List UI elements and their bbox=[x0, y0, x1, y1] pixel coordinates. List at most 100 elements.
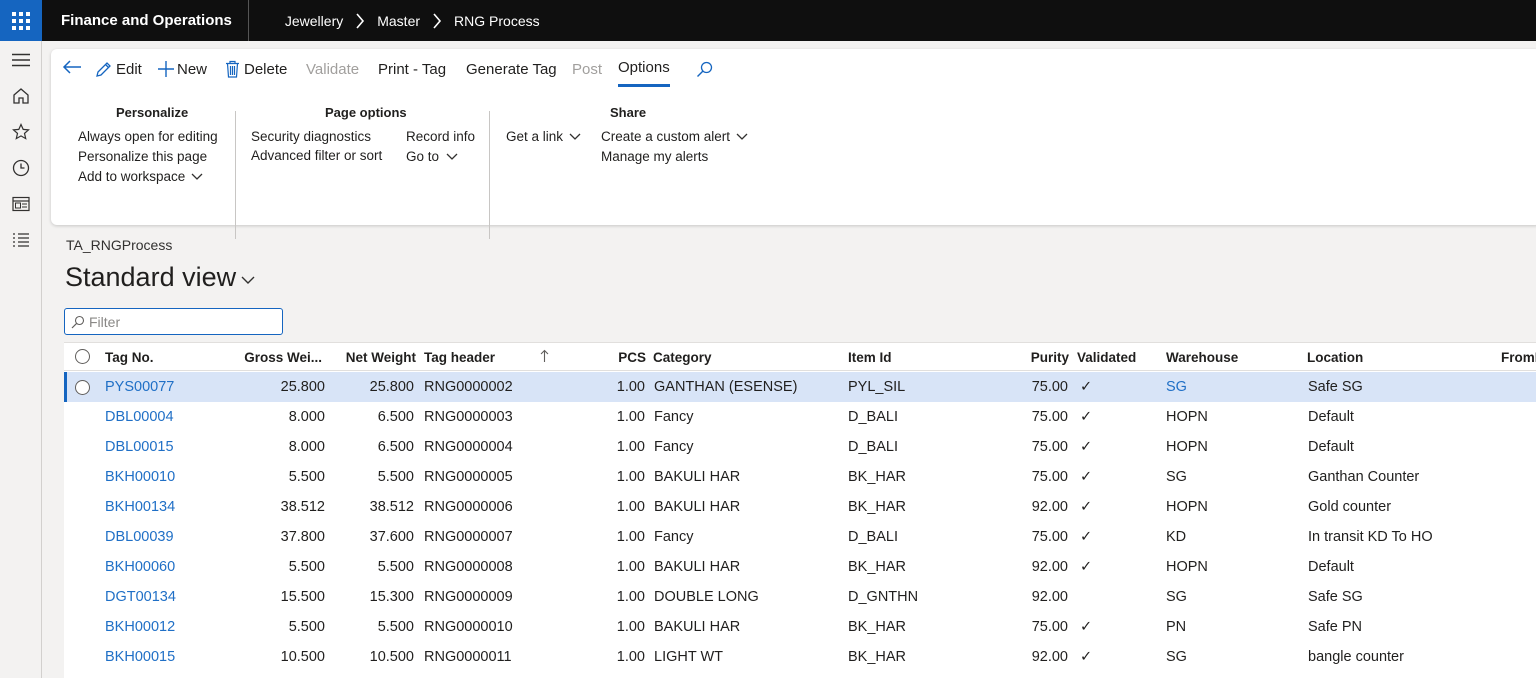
column-item-id[interactable]: Item Id bbox=[848, 350, 892, 365]
search-button[interactable] bbox=[696, 49, 713, 89]
cell-gross-weight: 25.800 bbox=[280, 379, 325, 395]
filter-box[interactable] bbox=[64, 308, 283, 335]
home-icon[interactable] bbox=[0, 78, 42, 114]
cell-purity: 75.00 bbox=[1031, 529, 1068, 545]
cell-warehouse: PN bbox=[1166, 619, 1187, 635]
plus-icon bbox=[157, 60, 175, 78]
column-tag-no[interactable]: Tag No. bbox=[105, 350, 154, 365]
filter-input[interactable] bbox=[89, 313, 269, 330]
cell-item-id: D_BALI bbox=[848, 529, 898, 545]
column-from[interactable]: FromI bbox=[1501, 350, 1536, 365]
go-to-label: Go to bbox=[406, 149, 440, 164]
breadcrumb-rng-process[interactable]: RNG Process bbox=[454, 13, 540, 29]
go-to[interactable]: Go to bbox=[406, 149, 458, 164]
checkmark-icon: ✓ bbox=[1080, 469, 1093, 485]
cell-category: Fancy bbox=[654, 439, 694, 455]
delete-button[interactable]: Delete bbox=[225, 49, 287, 89]
get-a-link[interactable]: Get a link bbox=[506, 129, 581, 144]
personalize-this-page[interactable]: Personalize this page bbox=[78, 149, 207, 164]
advanced-filter-or-sort[interactable]: Advanced filter or sort bbox=[251, 148, 382, 163]
table-row[interactable]: BKH00015 10.500 10.500 RNG0000011 1.00 LIGHT … bbox=[64, 642, 1536, 672]
action-pane: Edit New Delete Validate Print - Tag Gen… bbox=[51, 49, 1536, 239]
cell-warehouse: HOPN bbox=[1166, 559, 1208, 575]
app-title[interactable]: Finance and Operations bbox=[42, 0, 249, 41]
new-button[interactable]: New bbox=[157, 49, 207, 89]
edit-button[interactable]: Edit bbox=[95, 49, 142, 89]
chevron-right-icon bbox=[432, 12, 442, 29]
table-row[interactable]: PYS00077 25.800 25.800 RNG0000002 1.00 GANTHA… bbox=[64, 372, 1536, 402]
cell-net-weight: 5.500 bbox=[377, 469, 414, 485]
table-row[interactable]: BKH00060 5.500 5.500 RNG0000008 1.00 BAKULI H… bbox=[64, 552, 1536, 582]
column-net-weight[interactable]: Net Weight bbox=[326, 350, 416, 365]
tab-options[interactable]: Options bbox=[618, 51, 670, 87]
add-to-workspace[interactable]: Add to workspace bbox=[78, 169, 203, 184]
table-row[interactable]: BKH00012 5.500 5.500 RNG0000010 1.00 BAKULI H… bbox=[64, 612, 1536, 642]
breadcrumb-master[interactable]: Master bbox=[377, 13, 420, 29]
search-icon bbox=[696, 61, 713, 78]
generate-tag-button[interactable]: Generate Tag bbox=[466, 49, 557, 89]
cell-purity: 75.00 bbox=[1031, 379, 1068, 395]
print-tag-button[interactable]: Print - Tag bbox=[378, 49, 446, 89]
cell-category: BAKULI HAR bbox=[654, 469, 741, 485]
cell-gross-weight: 5.500 bbox=[288, 559, 325, 575]
manage-my-alerts[interactable]: Manage my alerts bbox=[601, 149, 708, 164]
cell-category: Fancy bbox=[654, 529, 694, 545]
view-title: Standard view bbox=[65, 262, 237, 292]
column-category[interactable]: Category bbox=[653, 350, 712, 365]
cell-net-weight: 10.500 bbox=[369, 649, 414, 665]
column-warehouse[interactable]: Warehouse bbox=[1166, 350, 1238, 365]
cell-warehouse[interactable]: SG bbox=[1166, 379, 1187, 395]
grid-header: Tag No. Gross Wei... Net Weight Tag head… bbox=[64, 343, 1536, 371]
back-button[interactable] bbox=[62, 49, 82, 89]
table-row[interactable]: DBL00015 8.000 6.500 RNG0000004 1.00 Fancy D_B… bbox=[64, 432, 1536, 462]
table-row[interactable]: DBL00004 8.000 6.500 RNG0000003 1.00 Fancy D_B… bbox=[64, 402, 1536, 432]
table-row[interactable]: DBL00039 37.800 37.600 RNG0000007 1.00 Fancy D… bbox=[64, 522, 1536, 552]
cell-tag-no[interactable]: DBL00015 bbox=[105, 439, 174, 455]
share-group-title: Share bbox=[610, 105, 647, 120]
cell-gross-weight: 5.500 bbox=[288, 619, 325, 635]
cell-tag-no[interactable]: BKH00012 bbox=[105, 619, 175, 635]
validate-button[interactable]: Validate bbox=[306, 49, 359, 89]
row-select-radio[interactable] bbox=[75, 380, 90, 395]
cell-tag-no[interactable]: BKH00134 bbox=[105, 499, 175, 515]
security-diagnostics[interactable]: Security diagnostics bbox=[251, 129, 371, 144]
clock-icon[interactable] bbox=[0, 150, 42, 186]
workspace-icon[interactable] bbox=[0, 186, 42, 222]
column-location[interactable]: Location bbox=[1307, 350, 1363, 365]
column-purity[interactable]: Purity bbox=[1004, 350, 1069, 365]
list-icon[interactable] bbox=[0, 222, 42, 258]
cell-gross-weight: 15.500 bbox=[280, 589, 325, 605]
hamburger-icon[interactable] bbox=[0, 42, 42, 78]
table-row[interactable]: DGT00134 15.500 15.300 RNG0000009 1.00 DOUBLE… bbox=[64, 582, 1536, 612]
cell-warehouse: HOPN bbox=[1166, 439, 1208, 455]
cell-gross-weight: 8.000 bbox=[288, 409, 325, 425]
create-custom-alert[interactable]: Create a custom alert bbox=[601, 129, 748, 144]
column-tag-header[interactable]: Tag header bbox=[424, 350, 495, 365]
select-all-radio[interactable] bbox=[75, 349, 90, 364]
cell-tag-no[interactable]: BKH00010 bbox=[105, 469, 175, 485]
waffle-icon[interactable] bbox=[0, 0, 42, 41]
column-pcs[interactable]: PCS bbox=[584, 350, 646, 365]
top-bar: Finance and Operations Jewellery Master … bbox=[0, 0, 1536, 41]
column-gross-weight[interactable]: Gross Wei... bbox=[234, 350, 322, 365]
breadcrumb-jewellery[interactable]: Jewellery bbox=[285, 13, 343, 29]
table-row[interactable]: BKH00010 5.500 5.500 RNG0000005 1.00 BAKULI H… bbox=[64, 462, 1536, 492]
cell-item-id: BK_HAR bbox=[848, 619, 907, 635]
always-open-for-editing[interactable]: Always open for editing bbox=[78, 129, 218, 144]
record-info[interactable]: Record info bbox=[406, 129, 475, 144]
cell-location: bangle counter bbox=[1308, 649, 1404, 665]
table-row[interactable]: BKH00134 38.512 38.512 RNG0000006 1.00 BAKULI… bbox=[64, 492, 1536, 522]
cell-pcs: 1.00 bbox=[616, 469, 645, 485]
column-validated[interactable]: Validated bbox=[1077, 350, 1136, 365]
cell-tag-no[interactable]: PYS00077 bbox=[105, 379, 174, 395]
cell-item-id: BK_HAR bbox=[848, 499, 907, 515]
cell-tag-no[interactable]: BKH00015 bbox=[105, 649, 175, 665]
cell-tag-no[interactable]: DBL00039 bbox=[105, 529, 174, 545]
view-selector[interactable]: Standard view bbox=[65, 262, 255, 293]
star-icon[interactable] bbox=[0, 114, 42, 150]
cell-tag-no[interactable]: DBL00004 bbox=[105, 409, 174, 425]
checkmark-icon: ✓ bbox=[1080, 529, 1093, 545]
cell-tag-no[interactable]: DGT00134 bbox=[105, 589, 176, 605]
cell-tag-no[interactable]: BKH00060 bbox=[105, 559, 175, 575]
post-button[interactable]: Post bbox=[572, 49, 602, 89]
